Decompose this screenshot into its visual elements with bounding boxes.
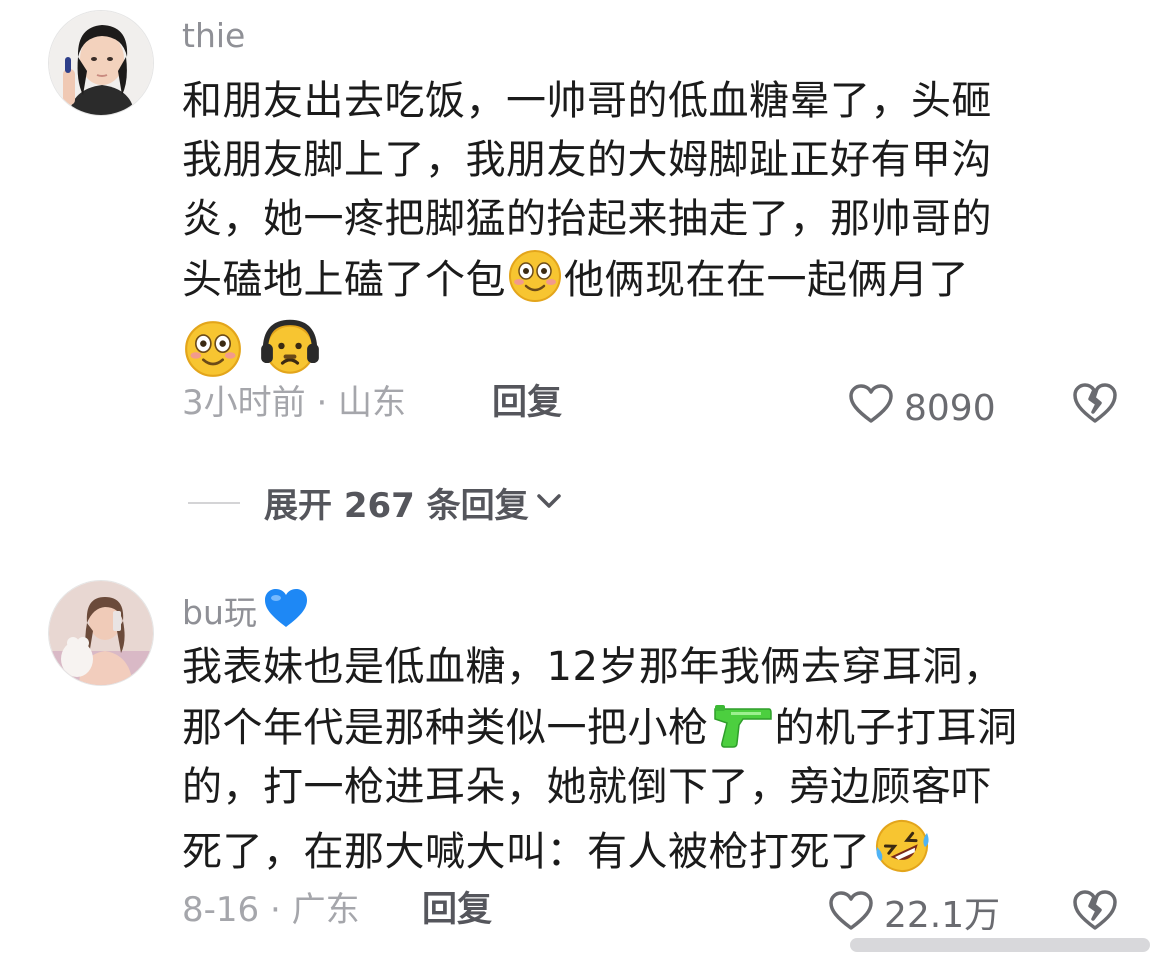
comment-line-text: 那个年代是那种类似一把小枪	[182, 705, 709, 751]
comment-line: 死了，在那大喊大叫：有人被枪打死了	[182, 817, 1112, 882]
headphones-face-icon	[259, 316, 321, 378]
avatar[interactable]	[48, 10, 154, 116]
username[interactable]: thie	[182, 16, 245, 56]
dislike-button[interactable]	[1072, 888, 1118, 932]
smile-icon	[184, 320, 242, 378]
broken-heart-icon	[1072, 383, 1118, 429]
username-text[interactable]: bu玩	[182, 593, 257, 633]
water-gun-icon	[711, 697, 773, 751]
comment-line: 的，打一枪进耳朵，她就倒下了，旁边顾客吓	[182, 764, 992, 810]
reply-button[interactable]: 回复	[422, 890, 492, 930]
comment-line-text: 他俩现在在一起俩月了	[564, 257, 969, 303]
comment-body: 和朋友出去吃饭，一帅哥的低血糖晕了，头砸 我朋友脚上了，我朋友的大姆脚趾正好有甲…	[182, 72, 1112, 382]
expand-replies-label[interactable]: 展开 267 条回复	[264, 478, 529, 527]
rofl-icon	[873, 817, 931, 875]
watermark-strip	[840, 928, 1160, 962]
username[interactable]: bu玩	[182, 587, 309, 638]
heart-icon	[848, 383, 894, 434]
divider	[188, 501, 240, 504]
comment-time-location: 8-16 · 广东	[182, 890, 360, 930]
comment-body: 我表妹也是低血糖，12岁那年我俩去穿耳洞， 那个年代是那种类似一把小枪 的机子打耳…	[182, 638, 1112, 882]
like-count: 8090	[904, 387, 996, 429]
comment-line: 头磕地上磕了个包 他俩现在在一起俩月了	[182, 249, 1112, 310]
comment-line: 那个年代是那种类似一把小枪 的机子打耳洞	[182, 697, 1112, 758]
comment-line: 炎，她一疼把脚猛的抬起来抽走了，那帅哥的	[182, 196, 992, 242]
smile-icon	[508, 249, 562, 303]
comment-line-text: 头磕地上磕了个包	[182, 257, 506, 303]
dislike-button[interactable]	[1072, 381, 1118, 425]
reply-button[interactable]: 回复	[492, 383, 562, 423]
chevron-down-icon	[535, 491, 563, 515]
like-button[interactable]: 8090	[848, 383, 996, 434]
username-text[interactable]: thie	[182, 16, 245, 56]
comment-time-location: 3小时前 · 山东	[182, 383, 407, 423]
comment-line: 我表妹也是低血糖，12岁那年我俩去穿耳洞，	[182, 644, 1004, 690]
comment-line-text: 死了，在那大喊大叫：有人被枪打死了	[182, 829, 871, 875]
avatar[interactable]	[48, 580, 154, 686]
blue-heart-icon	[263, 587, 309, 638]
comment-line-text: 的机子打耳洞	[774, 705, 1018, 751]
comment-emoji-line	[182, 310, 1112, 382]
comment-line: 和朋友出去吃饭，一帅哥的低血糖晕了，头砸	[182, 78, 992, 124]
comment-line: 我朋友脚上了，我朋友的大姆脚趾正好有甲沟	[182, 137, 992, 183]
expand-replies-button[interactable]: 展开 267 条回复	[188, 478, 563, 527]
